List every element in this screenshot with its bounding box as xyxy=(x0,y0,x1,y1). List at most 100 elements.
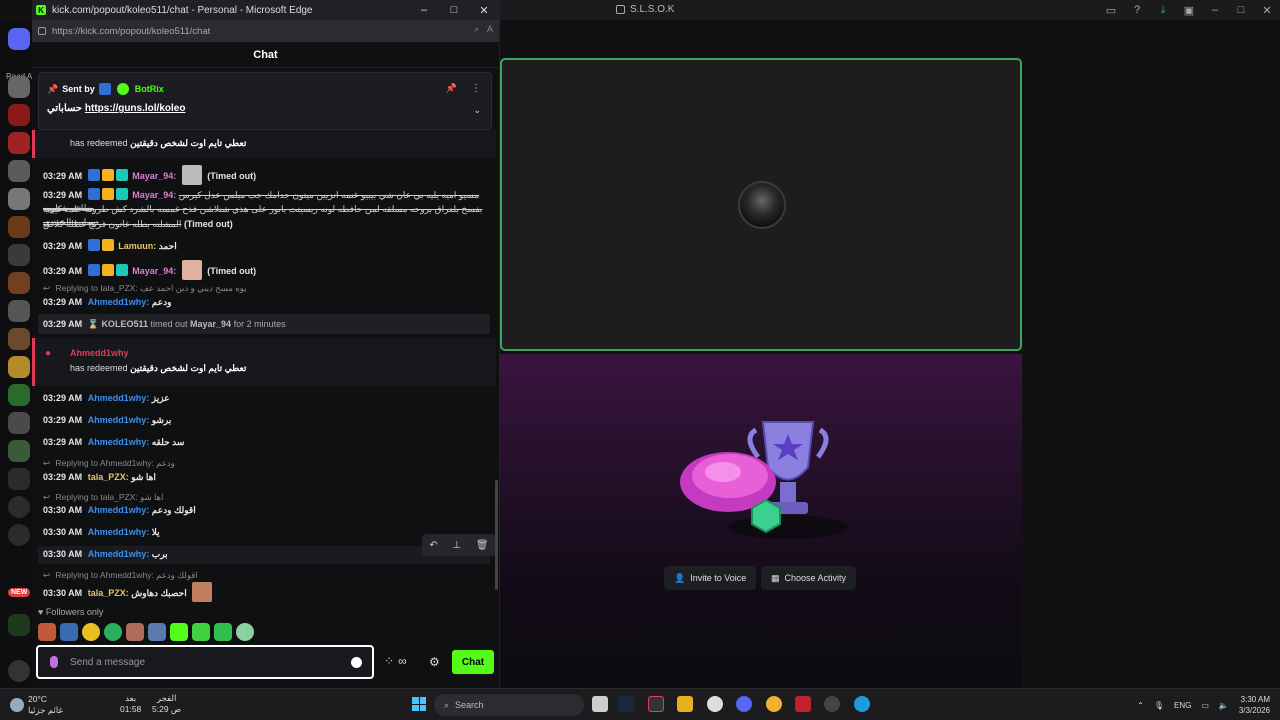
server-icon[interactable] xyxy=(8,104,30,126)
username[interactable]: Ahmedd1why: xyxy=(88,505,150,515)
server-icon[interactable] xyxy=(8,244,30,266)
unpin-icon[interactable]: 📌 xyxy=(446,83,457,94)
pinned-link[interactable]: https://guns.lol/koleo xyxy=(85,103,186,114)
reply-icon[interactable]: ↶ xyxy=(429,540,437,551)
discord-home-icon[interactable] xyxy=(8,28,30,50)
maximize-button[interactable]: □ xyxy=(439,0,469,20)
username[interactable]: Ahmedd1why: xyxy=(88,297,150,307)
bot-name[interactable]: BotRix xyxy=(135,84,164,94)
chevron-up-icon[interactable]: ⌃ xyxy=(1137,701,1144,710)
clock[interactable]: 3:30 AM 3/3/2026 xyxy=(1239,694,1270,716)
server-icon[interactable] xyxy=(8,468,30,490)
chat-scrollbar[interactable] xyxy=(495,480,498,590)
server-icon[interactable] xyxy=(8,188,30,210)
username[interactable]: Mayar_94: xyxy=(132,190,176,200)
delete-icon[interactable]: 🗑 xyxy=(476,540,489,551)
server-icon[interactable] xyxy=(8,440,30,462)
server-icon[interactable] xyxy=(8,328,30,350)
chat-message[interactable]: 03:29 AM Ahmedd1why: سد حلقه xyxy=(43,436,493,449)
chat-message[interactable]: 03:29 AM Ahmedd1why: ودعم xyxy=(43,296,493,309)
chat-message[interactable]: 03:29 AM Mayar_94: (Timed out) xyxy=(43,260,493,280)
chat-message[interactable]: 03:29 AM Ahmedd1why: عزيز xyxy=(43,392,493,405)
download-icon[interactable]: ⤓ xyxy=(1150,0,1176,20)
add-server-icon[interactable] xyxy=(8,496,30,518)
server-icon[interactable] xyxy=(8,132,30,154)
emote-icon[interactable] xyxy=(192,623,210,641)
lock-icon[interactable] xyxy=(38,27,46,35)
chat-message[interactable]: 03:29 AM Lamuun: احمد xyxy=(43,239,493,253)
reply-context[interactable]: ↩ Replying to tala_PZX: اها شو xyxy=(43,492,163,503)
emote-icon[interactable] xyxy=(148,623,166,641)
username[interactable]: Ahmedd1why: xyxy=(88,415,150,425)
pin-icon[interactable]: ⊥ xyxy=(452,540,461,551)
username[interactable]: Ahmedd1why: xyxy=(88,549,150,559)
chevron-down-icon[interactable]: ⌄ xyxy=(473,105,481,116)
server-icon[interactable] xyxy=(8,384,30,406)
address-bar[interactable]: https://kick.com/popout/koleo511/chat ⌕ … xyxy=(32,20,499,42)
screen-icon[interactable]: ▣ xyxy=(1176,0,1202,20)
microphone-icon[interactable] xyxy=(50,656,58,668)
chat-message[interactable]: 03:29 AM tala_PZX: اها شو xyxy=(43,471,493,484)
channel-points[interactable]: ⁘ ∞ xyxy=(384,654,407,668)
message-input[interactable]: Send a message xyxy=(36,645,374,679)
username[interactable]: Mayar_94: xyxy=(132,171,176,181)
reply-context[interactable]: ↩ Replying to tala_PZX: يوه مسح ديني و د… xyxy=(43,283,247,294)
adobe-icon[interactable] xyxy=(795,696,811,712)
chatgpt-icon[interactable] xyxy=(824,696,840,712)
discord-icon[interactable] xyxy=(736,696,752,712)
network-icon[interactable]: ▭ xyxy=(1201,701,1209,710)
server-icon[interactable] xyxy=(8,272,30,294)
username[interactable]: tala_PZX: xyxy=(88,472,129,482)
weather-widget[interactable]: 20°C غائم جزئيا xyxy=(10,694,63,716)
emote-icon[interactable] xyxy=(126,623,144,641)
task-view-icon[interactable] xyxy=(592,696,608,712)
minimize-button[interactable]: – xyxy=(409,0,439,20)
chat-message[interactable]: 03:30 AM Ahmedd1why: اقولك ودعم xyxy=(43,504,493,517)
maximize-icon[interactable]: □ xyxy=(1228,0,1254,20)
input-placeholder[interactable]: Send a message xyxy=(70,657,145,668)
reply-context[interactable]: ↩ Replying to Ahmedd1why: اقولك ودعم xyxy=(43,570,198,581)
username[interactable]: Mayar_94: xyxy=(132,266,176,276)
epic-games-icon[interactable] xyxy=(648,696,664,712)
username[interactable]: Ahmedd1why: xyxy=(88,437,150,447)
windows-start-icon[interactable] xyxy=(412,697,426,711)
file-explorer-icon[interactable] xyxy=(677,696,693,712)
emoji-icon[interactable] xyxy=(351,657,362,668)
username[interactable]: tala_PZX: xyxy=(88,588,129,598)
read-aloud-icon[interactable]: A xyxy=(487,24,493,35)
server-icon[interactable] xyxy=(8,300,30,322)
settings-app-icon[interactable] xyxy=(707,696,723,712)
emote-icon[interactable] xyxy=(104,623,122,641)
url-text[interactable]: https://kick.com/popout/koleo511/chat xyxy=(52,26,210,37)
username[interactable]: Ahmedd1why: xyxy=(88,527,150,537)
microphone-icon[interactable]: 🎙 xyxy=(1154,701,1164,710)
inbox-icon[interactable]: ▭ xyxy=(1098,0,1124,20)
volume-icon[interactable]: 🔈 xyxy=(1219,701,1229,710)
language-indicator[interactable]: ENG xyxy=(1174,701,1191,710)
server-icon[interactable] xyxy=(8,356,30,378)
emote-icon[interactable] xyxy=(214,623,232,641)
chat-message[interactable]: 03:29 AM Mayar_94: (Timed out) xyxy=(43,165,493,185)
close-icon[interactable]: ✕ xyxy=(1254,0,1280,20)
video-tile[interactable] xyxy=(500,58,1022,351)
emote-icon[interactable] xyxy=(82,623,100,641)
reply-context[interactable]: ↩ Replying to Ahmedd1why: ودعم xyxy=(43,458,175,469)
edge-icon[interactable] xyxy=(854,696,870,712)
user-avatar[interactable] xyxy=(8,660,30,682)
help-icon[interactable]: ? xyxy=(1124,0,1150,20)
chat-message[interactable]: 03:29 AM Ahmedd1why: برشو xyxy=(43,414,493,427)
zoom-icon[interactable]: ⌕ xyxy=(474,24,479,35)
server-icon[interactable] xyxy=(8,76,30,98)
server-icon[interactable] xyxy=(8,412,30,434)
close-button[interactable]: ✕ xyxy=(469,0,499,20)
chat-send-button[interactable]: Chat xyxy=(452,650,494,674)
minimize-icon[interactable]: – xyxy=(1202,0,1228,20)
participant-avatar[interactable] xyxy=(738,181,786,229)
redeem-user[interactable]: Ahmedd1why xyxy=(70,348,129,358)
username[interactable]: Lamuun: xyxy=(118,241,156,251)
emote-icon[interactable] xyxy=(170,623,188,641)
emote-icon[interactable] xyxy=(60,623,78,641)
emote-icon[interactable] xyxy=(236,623,254,641)
username[interactable]: Ahmedd1why: xyxy=(88,393,150,403)
choose-activity-button[interactable]: ▦ Choose Activity xyxy=(761,566,857,590)
